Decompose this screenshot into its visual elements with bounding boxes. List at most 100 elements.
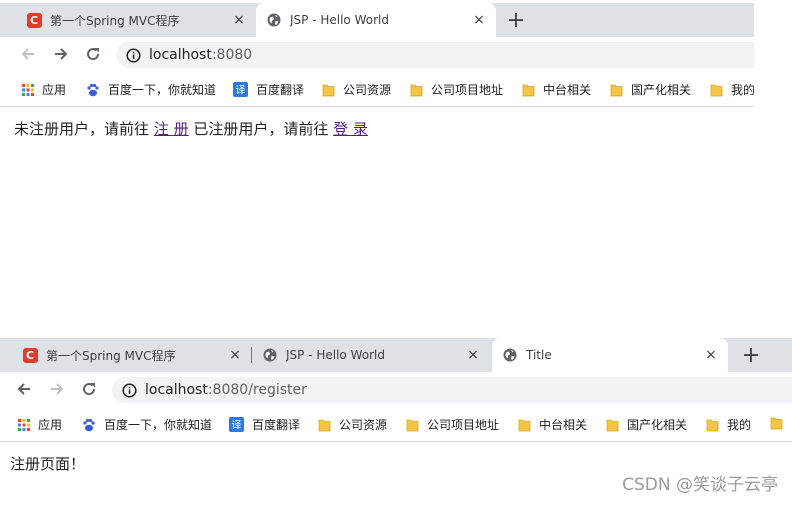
folder-icon xyxy=(410,83,423,97)
bookmark-folder[interactable] xyxy=(770,416,791,430)
folder-icon xyxy=(318,418,331,432)
bookmarks-bar: 应用 百度一下，你就知道 译 百度翻译 公司资源 公司项目地址 中台相关 国产化… xyxy=(0,406,792,442)
bookmark-folder[interactable]: 我的 xyxy=(710,81,754,98)
close-tab-icon[interactable]: × xyxy=(470,12,488,28)
tab-title: Title xyxy=(526,348,552,362)
page-content: 未注册用户，请前往 注 册 已注册用户，请前往 登 录 xyxy=(0,107,754,139)
reload-icon xyxy=(83,383,96,396)
bookmark-apps[interactable]: 应用 xyxy=(22,81,66,98)
folder-icon xyxy=(706,418,719,432)
apps-grid-icon xyxy=(18,418,30,431)
bookmark-baidu-translate[interactable]: 译 百度翻译 xyxy=(229,416,300,433)
toolbar: localhost:8080 xyxy=(0,37,754,71)
tab-spring-mvc[interactable]: C 第一个Spring MVC程序 × xyxy=(12,338,252,372)
tab-title: JSP - Hello World xyxy=(290,13,389,27)
bookmark-label: 我的 xyxy=(731,83,754,97)
globe-icon xyxy=(266,12,282,28)
reload-button[interactable] xyxy=(79,37,107,71)
apps-grid-icon xyxy=(22,83,34,96)
tab-strip: C 第一个Spring MVC程序 × JSP - Hello World × … xyxy=(0,3,754,37)
login-link[interactable]: 登 录 xyxy=(333,120,368,138)
bookmark-label: 公司资源 xyxy=(343,83,392,97)
svg-text:译: 译 xyxy=(232,420,242,432)
back-button[interactable] xyxy=(14,37,42,71)
close-tab-icon[interactable]: × xyxy=(226,347,244,363)
bookmark-baidu[interactable]: 百度一下，你就知道 xyxy=(82,416,212,433)
forward-button[interactable] xyxy=(47,37,75,71)
bookmark-folder[interactable]: 我的 xyxy=(706,416,751,433)
folder-icon xyxy=(710,83,723,97)
new-tab-button[interactable]: + xyxy=(737,338,765,372)
forward-arrow-icon xyxy=(55,48,68,60)
bookmark-label: 百度翻译 xyxy=(252,418,301,432)
new-tab-button[interactable]: + xyxy=(502,3,530,37)
bookmark-folder[interactable]: 公司资源 xyxy=(318,416,387,433)
bookmarks-bar: 应用 百度一下，你就知道 译 百度翻译 公司资源 公司项目地址 中台相关 国产化… xyxy=(0,71,754,107)
reload-button[interactable] xyxy=(75,372,103,406)
folder-icon xyxy=(610,83,623,97)
tab-title: 第一个Spring MVC程序 xyxy=(46,348,176,363)
folder-icon xyxy=(606,418,619,432)
bookmark-label: 国产化相关 xyxy=(627,418,688,432)
bookmark-apps[interactable]: 应用 xyxy=(18,416,62,433)
globe-icon xyxy=(262,347,278,363)
back-button[interactable] xyxy=(10,372,38,406)
bookmark-label: 公司项目地址 xyxy=(431,83,504,97)
bookmark-label: 百度一下，你就知道 xyxy=(104,418,213,432)
back-arrow-icon xyxy=(21,48,34,60)
bookmark-label: 公司资源 xyxy=(339,418,388,432)
bookmark-folder[interactable]: 公司项目地址 xyxy=(410,81,503,98)
url-path: :8080/register xyxy=(207,382,307,398)
register-page-text: 注册页面！ xyxy=(10,455,86,473)
url-path: :8080 xyxy=(211,47,253,63)
translate-icon: 译 xyxy=(233,82,248,97)
info-icon[interactable] xyxy=(126,47,141,63)
tab-title: 第一个Spring MVC程序 xyxy=(50,13,180,28)
browser-window-1: C 第一个Spring MVC程序 × JSP - Hello World × … xyxy=(0,3,754,173)
reload-icon xyxy=(87,48,100,61)
bookmark-folder[interactable]: 国产化相关 xyxy=(606,416,687,433)
back-arrow-icon xyxy=(17,383,30,395)
bookmark-baidu[interactable]: 百度一下，你就知道 xyxy=(86,81,216,98)
toolbar: localhost:8080/register xyxy=(0,372,792,406)
forward-button[interactable] xyxy=(43,372,71,406)
baidu-paw-icon xyxy=(82,418,96,432)
translate-icon: 译 xyxy=(229,417,244,432)
bookmark-label: 百度翻译 xyxy=(256,83,305,97)
close-tab-icon[interactable]: × xyxy=(230,12,248,28)
tab-title: JSP - Hello World xyxy=(286,348,385,362)
url-host: localhost xyxy=(145,382,208,398)
bookmark-baidu-translate[interactable]: 译 百度翻译 xyxy=(233,81,304,98)
folder-icon xyxy=(522,83,535,97)
bookmark-folder[interactable]: 公司项目地址 xyxy=(406,416,499,433)
bookmark-label: 应用 xyxy=(42,83,67,97)
bookmark-label: 我的 xyxy=(727,418,752,432)
bookmark-folder[interactable]: 国产化相关 xyxy=(610,81,691,98)
tab-title-page[interactable]: Title × xyxy=(492,338,728,372)
register-link[interactable]: 注 册 xyxy=(154,120,189,138)
folder-icon xyxy=(518,418,531,432)
bookmark-folder[interactable]: 中台相关 xyxy=(522,81,591,98)
svg-text:译: 译 xyxy=(236,85,246,97)
tab-jsp-hello-world[interactable]: JSP - Hello World × xyxy=(256,3,496,37)
folder-icon xyxy=(406,418,419,432)
close-tab-icon[interactable]: × xyxy=(702,347,720,363)
tab-spring-mvc[interactable]: C 第一个Spring MVC程序 × xyxy=(16,3,256,37)
tab-strip: C 第一个Spring MVC程序 × JSP - Hello World × … xyxy=(0,338,792,372)
bookmark-label: 应用 xyxy=(38,418,63,432)
bookmark-label: 公司项目地址 xyxy=(427,418,500,432)
csdn-c-icon: C xyxy=(26,12,42,28)
info-icon[interactable] xyxy=(122,382,137,398)
baidu-paw-icon xyxy=(86,83,100,97)
csdn-c-icon: C xyxy=(22,347,38,363)
tab-jsp-hello-world[interactable]: JSP - Hello World × xyxy=(252,338,490,372)
address-bar[interactable]: localhost:8080 xyxy=(116,42,754,68)
bookmark-folder[interactable]: 中台相关 xyxy=(518,416,587,433)
bookmark-label: 百度一下，你就知道 xyxy=(108,83,217,97)
registered-prompt: 已注册用户，请前往 xyxy=(193,120,329,138)
url-host: localhost xyxy=(149,47,212,63)
globe-icon xyxy=(502,347,518,363)
address-bar[interactable]: localhost:8080/register xyxy=(112,377,792,403)
bookmark-folder[interactable]: 公司资源 xyxy=(322,81,391,98)
close-tab-icon[interactable]: × xyxy=(464,347,482,363)
